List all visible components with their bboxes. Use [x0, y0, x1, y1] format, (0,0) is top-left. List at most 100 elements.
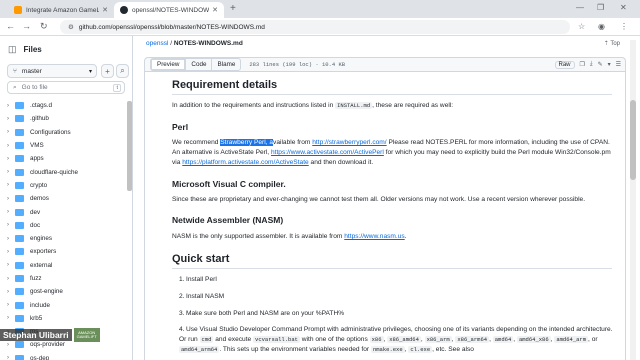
- top-button[interactable]: ⇡ Top: [604, 40, 620, 47]
- close-tab-icon[interactable]: ✕: [212, 6, 218, 14]
- browser-tab-github[interactable]: openssl/NOTES-WINDOWS.md ✕: [114, 2, 224, 18]
- code-span: nmake.exe: [370, 346, 405, 353]
- sidebar-item-folder[interactable]: › fuzz: [0, 272, 126, 285]
- nasm-link[interactable]: https://www.nasm.us: [344, 233, 404, 240]
- raw-button[interactable]: Raw: [554, 60, 575, 69]
- browser-tab-gamelift[interactable]: Integrate Amazon GameLift wi ✕: [8, 2, 114, 18]
- chevron-right-icon[interactable]: ›: [7, 169, 15, 175]
- minimize-icon[interactable]: —: [576, 3, 584, 12]
- search-icon[interactable]: ⌕: [116, 64, 129, 78]
- chevron-right-icon[interactable]: ›: [7, 315, 15, 321]
- collapse-sidebar-icon[interactable]: ◫: [8, 44, 17, 55]
- chevron-right-icon[interactable]: ›: [7, 129, 15, 135]
- scrollbar-thumb[interactable]: [630, 100, 636, 180]
- sidebar-item-folder[interactable]: › cloudflare-quiche: [0, 165, 126, 178]
- profile-icon[interactable]: ◉: [598, 22, 605, 31]
- add-file-button[interactable]: +: [101, 64, 114, 78]
- chevron-right-icon[interactable]: ›: [7, 143, 15, 149]
- breadcrumb-repo-link[interactable]: openssl: [146, 40, 168, 47]
- sidebar-item-folder[interactable]: › krb5: [0, 312, 126, 325]
- presenter-name: Stephan Ulibarri: [0, 329, 72, 341]
- activeperl-link[interactable]: https://www.activestate.com/ActivePerl: [271, 149, 384, 156]
- sidebar-item-folder[interactable]: › external: [0, 259, 126, 272]
- bookmark-star-icon[interactable]: ☆: [578, 22, 585, 31]
- shortcut-key: t: [113, 83, 121, 92]
- list-item: 4. Use Visual Studio Developer Command Pr…: [179, 326, 613, 353]
- go-to-file-input[interactable]: ⌕ Go to file t: [7, 81, 125, 94]
- github-favicon-icon: [120, 6, 128, 14]
- activestate-platform-link[interactable]: https://platform.activestate.com/ActiveS…: [182, 159, 308, 166]
- sidebar-item-label: cloudflare-quiche: [30, 168, 78, 176]
- close-tab-icon[interactable]: ✕: [102, 6, 108, 14]
- reload-icon[interactable]: ↻: [40, 21, 48, 32]
- site-info-icon[interactable]: ⚙: [68, 23, 74, 31]
- paragraph-msvc: Since these are proprietary and ever-cha…: [172, 196, 586, 203]
- chevron-right-icon[interactable]: ›: [7, 289, 15, 295]
- folder-icon: [15, 275, 24, 282]
- sidebar-item-folder[interactable]: › gost-engine: [0, 285, 126, 298]
- paragraph-requirements: In addition to the requirements and inst…: [172, 101, 617, 111]
- chevron-right-icon[interactable]: ›: [7, 355, 15, 360]
- sidebar-item-folder[interactable]: › demos: [0, 192, 126, 205]
- tab-code[interactable]: Code: [185, 59, 211, 70]
- chevron-right-icon[interactable]: ›: [7, 116, 15, 122]
- chevron-right-icon[interactable]: ›: [7, 209, 15, 215]
- branch-name: master: [21, 67, 42, 75]
- chevron-right-icon[interactable]: ›: [7, 342, 15, 348]
- folder-icon: [15, 235, 24, 243]
- folder-icon: [15, 168, 24, 176]
- folder-icon: [15, 354, 24, 360]
- code-span: amd64_x86: [516, 336, 551, 343]
- chevron-right-icon[interactable]: ›: [7, 222, 15, 228]
- sidebar-item-folder[interactable]: › dev: [0, 205, 126, 218]
- copy-icon[interactable]: ❐: [580, 61, 585, 68]
- outline-list-icon[interactable]: ☰: [616, 61, 621, 68]
- window-close-icon[interactable]: ✕: [620, 3, 627, 12]
- sidebar-item-label: os-dep: [30, 354, 50, 360]
- folder-icon: [15, 221, 24, 229]
- new-tab-icon[interactable]: +: [230, 3, 236, 14]
- back-icon[interactable]: ←: [6, 21, 15, 31]
- sidebar-item-label: fuzz: [30, 275, 42, 282]
- file-tree-sidebar: ◫ Files ⑂ master ▾ + ⌕ ⌕ Go to file t ›.…: [0, 36, 133, 360]
- sidebar-item-folder[interactable]: › apps: [0, 152, 126, 165]
- sidebar-item-folder[interactable]: › doc: [0, 219, 126, 232]
- paragraph-perl: We recommend Strawberry Perl, available …: [172, 138, 617, 168]
- chevron-right-icon[interactable]: ›: [7, 182, 15, 188]
- sidebar-item-folder[interactable]: › .github: [0, 112, 126, 125]
- chevron-right-icon[interactable]: ›: [7, 196, 15, 202]
- folder-icon: [15, 341, 24, 349]
- sidebar-scrollbar[interactable]: [127, 101, 132, 191]
- chevron-right-icon[interactable]: ›: [7, 276, 15, 282]
- chevron-right-icon[interactable]: ›: [7, 103, 15, 109]
- url-field[interactable]: ⚙ github.com/openssl/openssl/blob/master…: [60, 20, 570, 34]
- sidebar-item-folder[interactable]: › .ctags.d: [0, 99, 126, 112]
- tab-preview[interactable]: Preview: [151, 59, 186, 70]
- sidebar-item-folder[interactable]: › crypto: [0, 179, 126, 192]
- download-icon[interactable]: ⤓: [590, 61, 593, 68]
- sidebar-item-folder[interactable]: › engines: [0, 232, 126, 245]
- tab-blame[interactable]: Blame: [211, 59, 240, 70]
- sidebar-item-folder[interactable]: › os-dep: [0, 352, 126, 360]
- sidebar-item-folder[interactable]: › VMS: [0, 139, 126, 152]
- chevron-down-icon[interactable]: ▾: [608, 61, 611, 68]
- sidebar-item-label: external: [30, 261, 53, 269]
- chevron-right-icon[interactable]: ›: [7, 156, 15, 162]
- edit-pencil-icon[interactable]: ✎: [598, 61, 603, 68]
- branch-selector[interactable]: ⑂ master ▾: [7, 64, 97, 78]
- chevron-right-icon[interactable]: ›: [7, 249, 15, 255]
- sidebar-item-folder[interactable]: › exporters: [0, 245, 126, 258]
- forward-icon[interactable]: →: [22, 21, 31, 31]
- maximize-icon[interactable]: ❐: [597, 3, 604, 12]
- folder-icon: [15, 155, 24, 163]
- chevron-right-icon[interactable]: ›: [7, 262, 15, 268]
- browser-menu-icon[interactable]: ⋮: [620, 22, 628, 31]
- go-to-file-placeholder: Go to file: [21, 84, 48, 91]
- strawberry-perl-link[interactable]: http://strawberryperl.com/: [312, 139, 386, 146]
- sidebar-item-folder[interactable]: › include: [0, 298, 126, 311]
- file-actions: Raw ❐ ⤓ ✎ ▾ ☰: [554, 60, 621, 69]
- sidebar-item-folder[interactable]: › Configurations: [0, 126, 126, 139]
- chevron-right-icon[interactable]: ›: [7, 302, 15, 308]
- chevron-right-icon[interactable]: ›: [7, 236, 15, 242]
- page-scrollbar[interactable]: [630, 40, 636, 360]
